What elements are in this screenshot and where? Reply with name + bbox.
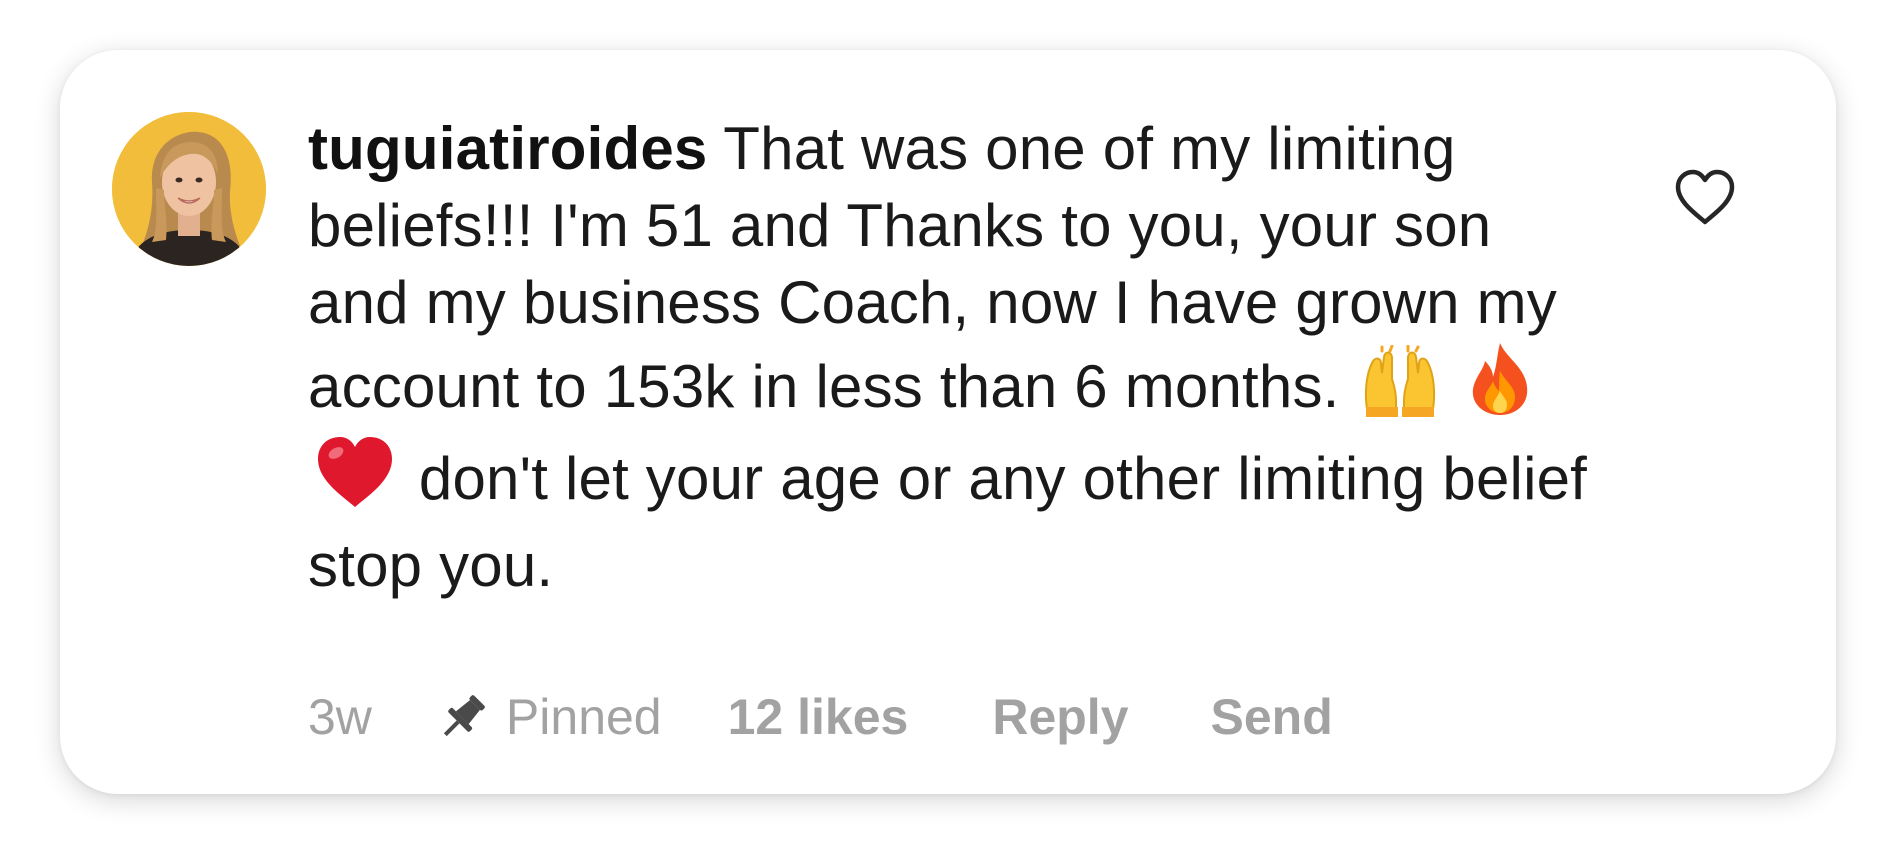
avatar[interactable]: [112, 112, 266, 266]
comment-username[interactable]: tuguiatiroides: [308, 115, 707, 182]
comment-meta-row: 3w Pinned 12 likes Reply Send: [308, 682, 1333, 752]
pin-icon: [434, 688, 492, 746]
fire-emoji: [1467, 341, 1533, 435]
red-heart-emoji: [314, 435, 396, 527]
pinned-indicator: Pinned: [434, 688, 662, 746]
pinned-label: Pinned: [505, 689, 662, 745]
comment-text: tuguiatiroides That was one of my limiti…: [308, 110, 1608, 604]
reply-button[interactable]: Reply: [992, 688, 1128, 746]
comment-body-part-2: don't let your age or any other limiting…: [308, 445, 1588, 599]
comment-timestamp: 3w: [308, 689, 372, 745]
heart-outline-icon[interactable]: [1672, 168, 1738, 228]
screenshot-canvas: tuguiatiroides That was one of my limiti…: [0, 0, 1898, 864]
raising-hands-emoji: [1362, 344, 1438, 435]
comment-card: tuguiatiroides That was one of my limiti…: [60, 50, 1836, 794]
send-button[interactable]: Send: [1211, 688, 1333, 746]
avatar-photo: [112, 112, 266, 266]
likes-count-link[interactable]: 12 likes: [728, 688, 909, 746]
